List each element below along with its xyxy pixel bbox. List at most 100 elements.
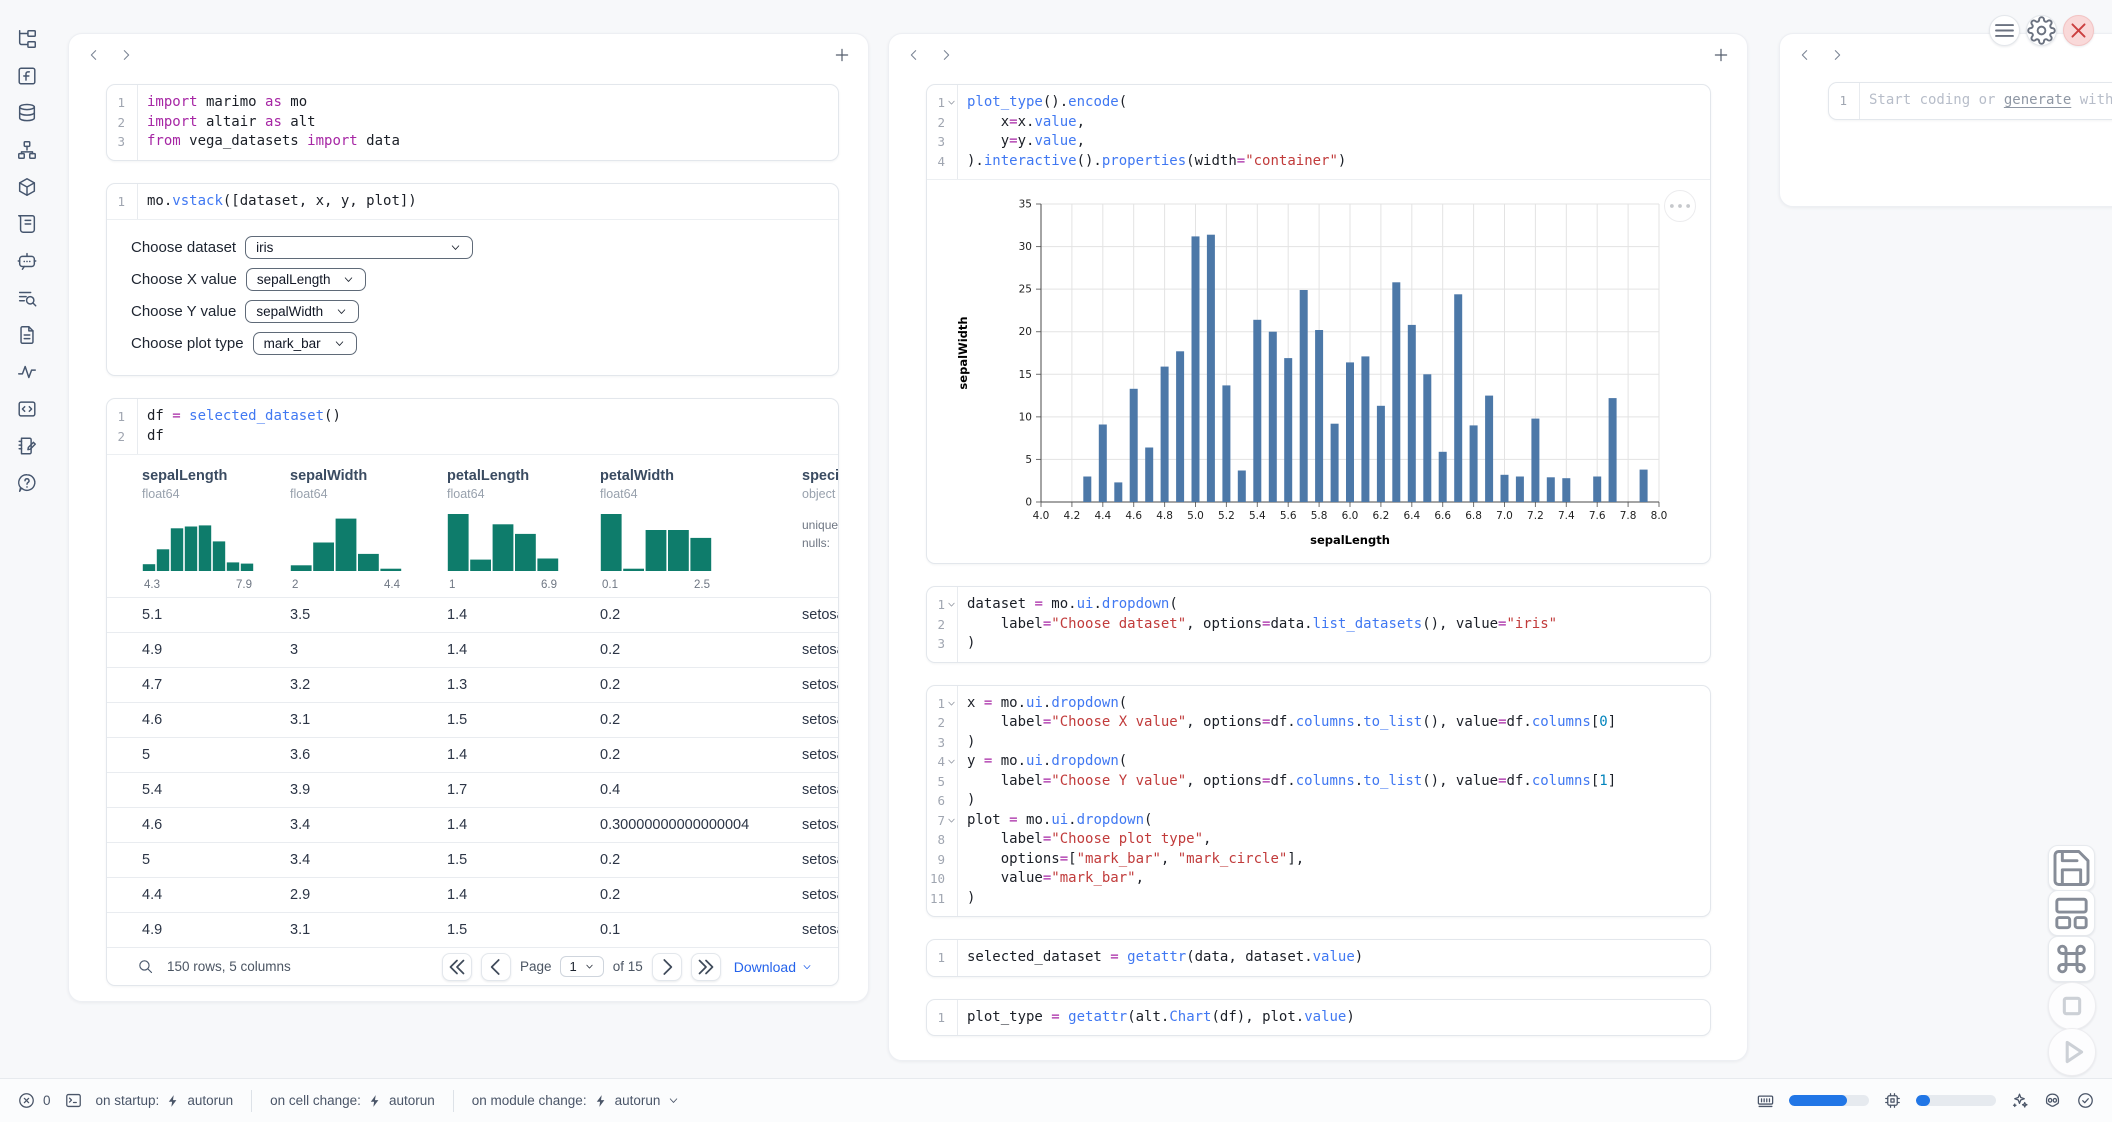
column-header-petalWidth[interactable]: petalWidthfloat640.12.5 bbox=[584, 468, 786, 591]
collapse-column-icon[interactable] bbox=[86, 47, 102, 63]
download-button[interactable]: Download bbox=[734, 959, 813, 975]
on-startup-setting[interactable]: on startup: autorun bbox=[96, 1093, 234, 1108]
code-editor[interactable]: 1dataset = mo.ui.dropdown(2 label="Choos… bbox=[927, 587, 1710, 662]
code-editor[interactable]: 1import marimo as mo2import altair as al… bbox=[107, 85, 838, 160]
svg-text:6.4: 6.4 bbox=[1403, 510, 1420, 522]
column-header-sepalWidth[interactable]: sepalWidthfloat6424.4 bbox=[274, 468, 431, 591]
chat-icon[interactable] bbox=[16, 250, 38, 272]
x-value-select[interactable]: sepalLength bbox=[246, 268, 367, 291]
tracing-icon[interactable] bbox=[16, 361, 38, 383]
run-button[interactable] bbox=[2048, 1028, 2096, 1076]
code-editor[interactable]: 1plot_type().encode(2 x=x.value,3 y=y.va… bbox=[927, 85, 1710, 179]
code-editor[interactable]: 1x = mo.ui.dropdown(2 label="Choose X va… bbox=[927, 686, 1710, 917]
code-text: dataset = mo.ui.dropdown( bbox=[957, 595, 1178, 615]
table-cell: setosa bbox=[786, 677, 839, 693]
expand-column-icon[interactable] bbox=[118, 47, 134, 63]
search-icon[interactable] bbox=[137, 958, 154, 975]
y-value-select[interactable]: sepalWidth bbox=[245, 300, 359, 323]
status-bar: 0 on startup: autorun on cell change: au… bbox=[0, 1078, 2112, 1122]
dataset-select[interactable]: iris bbox=[245, 236, 473, 259]
fold-chevron-icon[interactable] bbox=[946, 815, 957, 826]
collapse-column-icon[interactable] bbox=[1797, 47, 1813, 63]
svg-text:6.0: 6.0 bbox=[1342, 510, 1359, 522]
plot-type-select-label: Choose plot type bbox=[131, 335, 244, 352]
menu-button[interactable] bbox=[1989, 15, 2020, 46]
next-page-button[interactable] bbox=[652, 953, 682, 981]
snippets-icon[interactable] bbox=[16, 398, 38, 420]
last-page-button[interactable] bbox=[691, 953, 721, 981]
collapse-column-icon[interactable] bbox=[906, 47, 922, 63]
help-icon[interactable] bbox=[16, 472, 38, 494]
packages-icon[interactable] bbox=[16, 176, 38, 198]
code-line: 10 value="mark_bar", bbox=[927, 869, 1710, 889]
layout-select-button[interactable] bbox=[2048, 890, 2095, 936]
settings-button[interactable] bbox=[2026, 15, 2057, 46]
svg-text:5.8: 5.8 bbox=[1311, 510, 1328, 522]
datasources-icon[interactable] bbox=[16, 102, 38, 124]
line-number: 1 bbox=[927, 948, 957, 968]
table-cell: setosa bbox=[786, 607, 839, 623]
code-text: df = selected_dataset() bbox=[137, 407, 341, 427]
code-line: 1mo.vstack([dataset, x, y, plot]) bbox=[107, 192, 838, 212]
dependencies-icon[interactable] bbox=[16, 139, 38, 161]
code-line: 3from vega_datasets import data bbox=[107, 132, 838, 152]
fold-chevron-icon[interactable] bbox=[946, 97, 957, 108]
code-line: 1Start coding or generate with bbox=[1829, 91, 2112, 111]
code-editor[interactable]: 1Start coding or generate with bbox=[1829, 83, 2112, 119]
terminal-icon[interactable] bbox=[64, 1091, 83, 1110]
line-number: 1 bbox=[927, 694, 957, 714]
page-select[interactable]: 1 bbox=[560, 956, 603, 977]
first-page-button[interactable] bbox=[442, 953, 472, 981]
code-line: 3 y=y.value, bbox=[927, 132, 1710, 152]
error-count[interactable]: 0 bbox=[17, 1091, 51, 1110]
add-cell-icon[interactable] bbox=[1712, 46, 1730, 64]
save-button[interactable] bbox=[2048, 845, 2095, 891]
notes-icon[interactable] bbox=[16, 435, 38, 457]
on-module-change-setting[interactable]: on module change: autorun bbox=[472, 1093, 681, 1108]
table-cell: 2.9 bbox=[274, 887, 431, 903]
logs-icon[interactable] bbox=[16, 213, 38, 235]
code-text: mo.vstack([dataset, x, y, plot]) bbox=[137, 192, 417, 212]
code-editor[interactable]: 1df = selected_dataset()2df bbox=[107, 399, 838, 454]
fold-chevron-icon[interactable] bbox=[946, 599, 957, 610]
table-cell: setosa bbox=[786, 782, 839, 798]
file-explorer-icon[interactable] bbox=[16, 28, 38, 50]
column-header-petalLength[interactable]: petalLengthfloat6416.9 bbox=[431, 468, 584, 591]
fold-chevron-icon[interactable] bbox=[946, 756, 957, 767]
code-cell-xy-plot-dropdowns: 1x = mo.ui.dropdown(2 label="Choose X va… bbox=[926, 685, 1711, 918]
y-value-select-row: Choose Y valuesepalWidth bbox=[131, 300, 814, 323]
plot-type-select[interactable]: mark_bar bbox=[253, 332, 357, 355]
left-panel-toolbar bbox=[69, 34, 868, 76]
ai-sparkles-icon[interactable] bbox=[2010, 1091, 2029, 1110]
column-header-species[interactable]: speciesobjectuniquenulls: bbox=[786, 468, 839, 591]
svg-text:20: 20 bbox=[1019, 326, 1032, 338]
icon-rail bbox=[0, 0, 54, 494]
chart-actions-button[interactable] bbox=[1664, 190, 1696, 222]
shutdown-button[interactable] bbox=[2063, 15, 2094, 46]
scratchpad-icon[interactable] bbox=[16, 287, 38, 309]
column-min-max: 24.4 bbox=[290, 579, 402, 591]
lightning-icon bbox=[368, 1094, 382, 1108]
prev-page-button[interactable] bbox=[481, 953, 511, 981]
sepal-bar-chart[interactable]: 4.04.24.44.64.85.05.25.45.65.86.06.26.46… bbox=[953, 190, 1693, 552]
stop-button[interactable] bbox=[2048, 982, 2096, 1030]
keyboard-shortcuts-button[interactable] bbox=[2048, 936, 2095, 982]
code-editor[interactable]: 1mo.vstack([dataset, x, y, plot]) bbox=[107, 184, 838, 220]
on-cell-change-setting[interactable]: on cell change: autorun bbox=[270, 1093, 435, 1108]
expand-column-icon[interactable] bbox=[1829, 47, 1845, 63]
add-cell-icon[interactable] bbox=[833, 46, 851, 64]
code-text: ) bbox=[957, 634, 975, 654]
fold-chevron-icon[interactable] bbox=[946, 698, 957, 709]
code-line: 1plot_type = getattr(alt.Chart(df), plot… bbox=[927, 1008, 1710, 1028]
code-editor[interactable]: 1selected_dataset = getattr(data, datase… bbox=[927, 940, 1710, 976]
expand-column-icon[interactable] bbox=[938, 47, 954, 63]
line-number: 5 bbox=[927, 772, 957, 792]
documentation-icon[interactable] bbox=[16, 324, 38, 346]
svg-text:8.0: 8.0 bbox=[1651, 510, 1668, 522]
dataset-select-row: Choose datasetiris bbox=[131, 236, 814, 259]
column-header-sepalLength[interactable]: sepalLengthfloat644.37.9 bbox=[126, 468, 274, 591]
copilot-icon[interactable] bbox=[2043, 1091, 2062, 1110]
code-editor[interactable]: 1plot_type = getattr(alt.Chart(df), plot… bbox=[927, 1000, 1710, 1036]
connection-status-icon[interactable] bbox=[2076, 1091, 2095, 1110]
variables-icon[interactable] bbox=[16, 65, 38, 87]
